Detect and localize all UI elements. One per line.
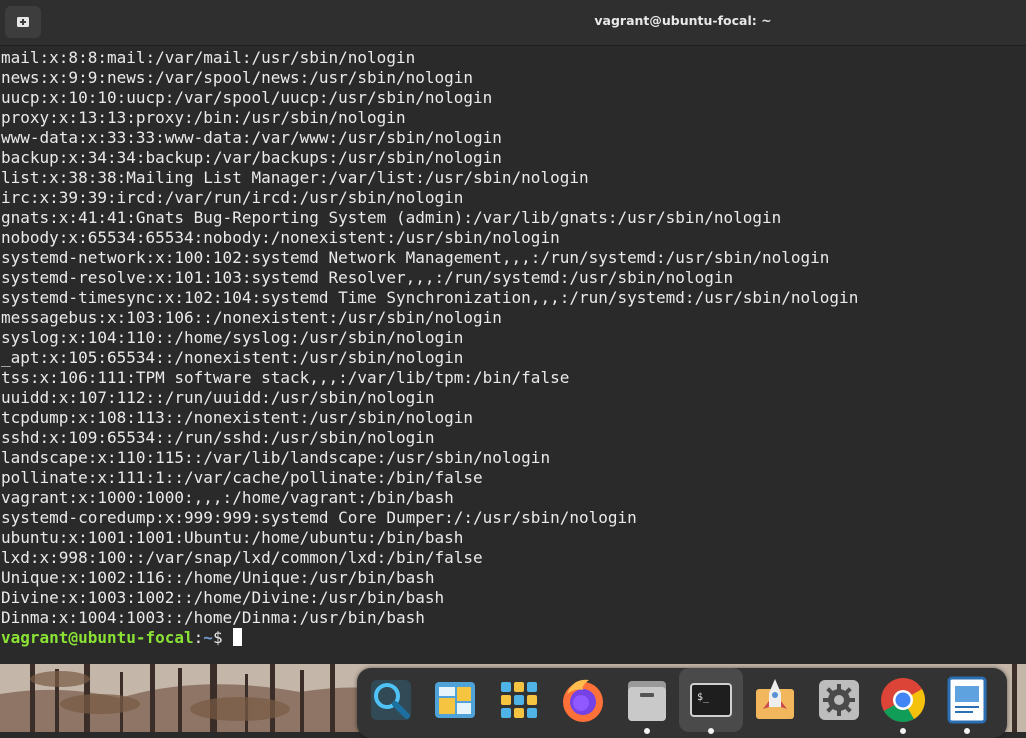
terminal-line: tss:x:106:111:TPM software stack,,,:/var…: [1, 368, 570, 387]
dock-item-settings[interactable]: [807, 668, 871, 732]
terminal-line: systemd-coredump:x:999:999:systemd Core …: [1, 508, 637, 527]
prompt-user-host: vagrant@ubuntu-focal: [1, 628, 194, 647]
svg-text:$_: $_: [697, 692, 710, 703]
terminal-line: sshd:x:109:65534::/run/sshd:/usr/sbin/no…: [1, 428, 435, 447]
prompt-symbol: $: [212, 628, 233, 647]
terminal-line: backup:x:34:34:backup:/var/backups:/usr/…: [1, 148, 502, 167]
terminal-line: irc:x:39:39:ircd:/var/run/ircd:/usr/sbin…: [1, 188, 464, 207]
terminal-lines: mail:x:8:8:mail:/var/mail:/usr/sbin/nolo…: [0, 46, 1026, 628]
dock-item-launcher[interactable]: [743, 668, 807, 732]
terminal-line: ubuntu:x:1001:1001:Ubuntu:/home/ubuntu:/…: [1, 528, 464, 547]
search-magnifier-icon: [371, 680, 411, 720]
terminal-line: www-data:x:33:33:www-data:/var/www:/usr/…: [1, 128, 502, 147]
prompt-path: ~: [203, 628, 213, 647]
running-indicator: [964, 728, 970, 734]
terminal-line: lxd:x:998:100::/var/snap/lxd/common/lxd:…: [1, 548, 483, 567]
terminal-line: syslog:x:104:110::/home/syslog:/usr/sbin…: [1, 328, 464, 347]
dock-item-workspaces[interactable]: [423, 668, 487, 732]
rocket-launcher-icon: [756, 679, 794, 719]
workspaces-icon: [435, 682, 475, 718]
title-bar: vagrant@ubuntu-focal: ~: [0, 0, 1026, 46]
terminal-line: list:x:38:38:Mailing List Manager:/var/l…: [1, 168, 589, 187]
firefox-icon: [563, 679, 603, 722]
terminal-line: tcpdump:x:108:113::/nonexistent:/usr/sbi…: [1, 408, 474, 427]
terminal-line: pollinate:x:111:1::/var/cache/pollinate:…: [1, 468, 483, 487]
terminal-output[interactable]: mail:x:8:8:mail:/var/mail:/usr/sbin/nolo…: [0, 46, 1026, 664]
terminal-line: Dinma:x:1004:1003::/home/Dinma:/usr/bin/…: [1, 608, 425, 627]
running-indicator: [900, 728, 906, 734]
terminal-line: systemd-resolve:x:101:103:systemd Resolv…: [1, 268, 734, 287]
dock-item-chrome[interactable]: [871, 668, 935, 734]
window-title: vagrant@ubuntu-focal: ~: [594, 13, 772, 28]
app-grid-icon: [501, 682, 537, 718]
terminal-line: proxy:x:13:13:proxy:/bin:/usr/sbin/nolog…: [1, 108, 406, 127]
prompt-line[interactable]: vagrant@ubuntu-focal:~$: [0, 628, 1026, 648]
terminal-line: gnats:x:41:41:Gnats Bug-Reporting System…: [1, 208, 782, 227]
terminal-line: _apt:x:105:65534::/nonexistent:/usr/sbin…: [1, 348, 464, 367]
terminal-line: landscape:x:110:115::/var/lib/landscape:…: [1, 448, 551, 467]
dock: $_: [357, 668, 1007, 738]
dock-item-search[interactable]: [359, 668, 423, 732]
prompt-separator: :: [193, 628, 204, 647]
terminal-line: news:x:9:9:news:/var/spool/news:/usr/sbi…: [1, 68, 474, 87]
terminal-line: systemd-timesync:x:102:104:systemd Time …: [1, 288, 859, 307]
terminal-line: uuidd:x:107:112::/run/uuidd:/usr/sbin/no…: [1, 388, 435, 407]
settings-gear-icon: [819, 680, 859, 720]
terminal-line: uucp:x:10:10:uucp:/var/spool/uucp:/usr/s…: [1, 88, 493, 107]
terminal-line: systemd-network:x:100:102:systemd Networ…: [1, 248, 830, 267]
dock-item-terminal[interactable]: $_: [679, 668, 743, 734]
document-viewer-icon: [947, 676, 987, 724]
terminal-line: Unique:x:1002:116::/home/Unique:/usr/bin…: [1, 568, 435, 587]
terminal-line: Divine:x:1003:1002::/home/Divine:/usr/bi…: [1, 588, 445, 607]
dock-item-firefox[interactable]: [551, 668, 615, 732]
text-cursor: [233, 628, 243, 646]
dock-item-document-viewer[interactable]: [935, 668, 999, 734]
dock-item-app-grid[interactable]: [487, 668, 551, 732]
terminal-icon: $_: [690, 683, 732, 717]
dock-item-files[interactable]: [615, 668, 679, 734]
terminal-line: nobody:x:65534:65534:nobody:/nonexistent…: [1, 228, 560, 247]
terminal-line: mail:x:8:8:mail:/var/mail:/usr/sbin/nolo…: [1, 48, 416, 67]
terminal-line: vagrant:x:1000:1000:,,,:/home/vagrant:/b…: [1, 488, 454, 507]
running-indicator: [644, 728, 650, 734]
running-indicator: [708, 728, 714, 734]
terminal-line: messagebus:x:103:106::/nonexistent:/usr/…: [1, 308, 502, 327]
chrome-icon: [881, 678, 925, 722]
files-icon: [628, 681, 666, 721]
